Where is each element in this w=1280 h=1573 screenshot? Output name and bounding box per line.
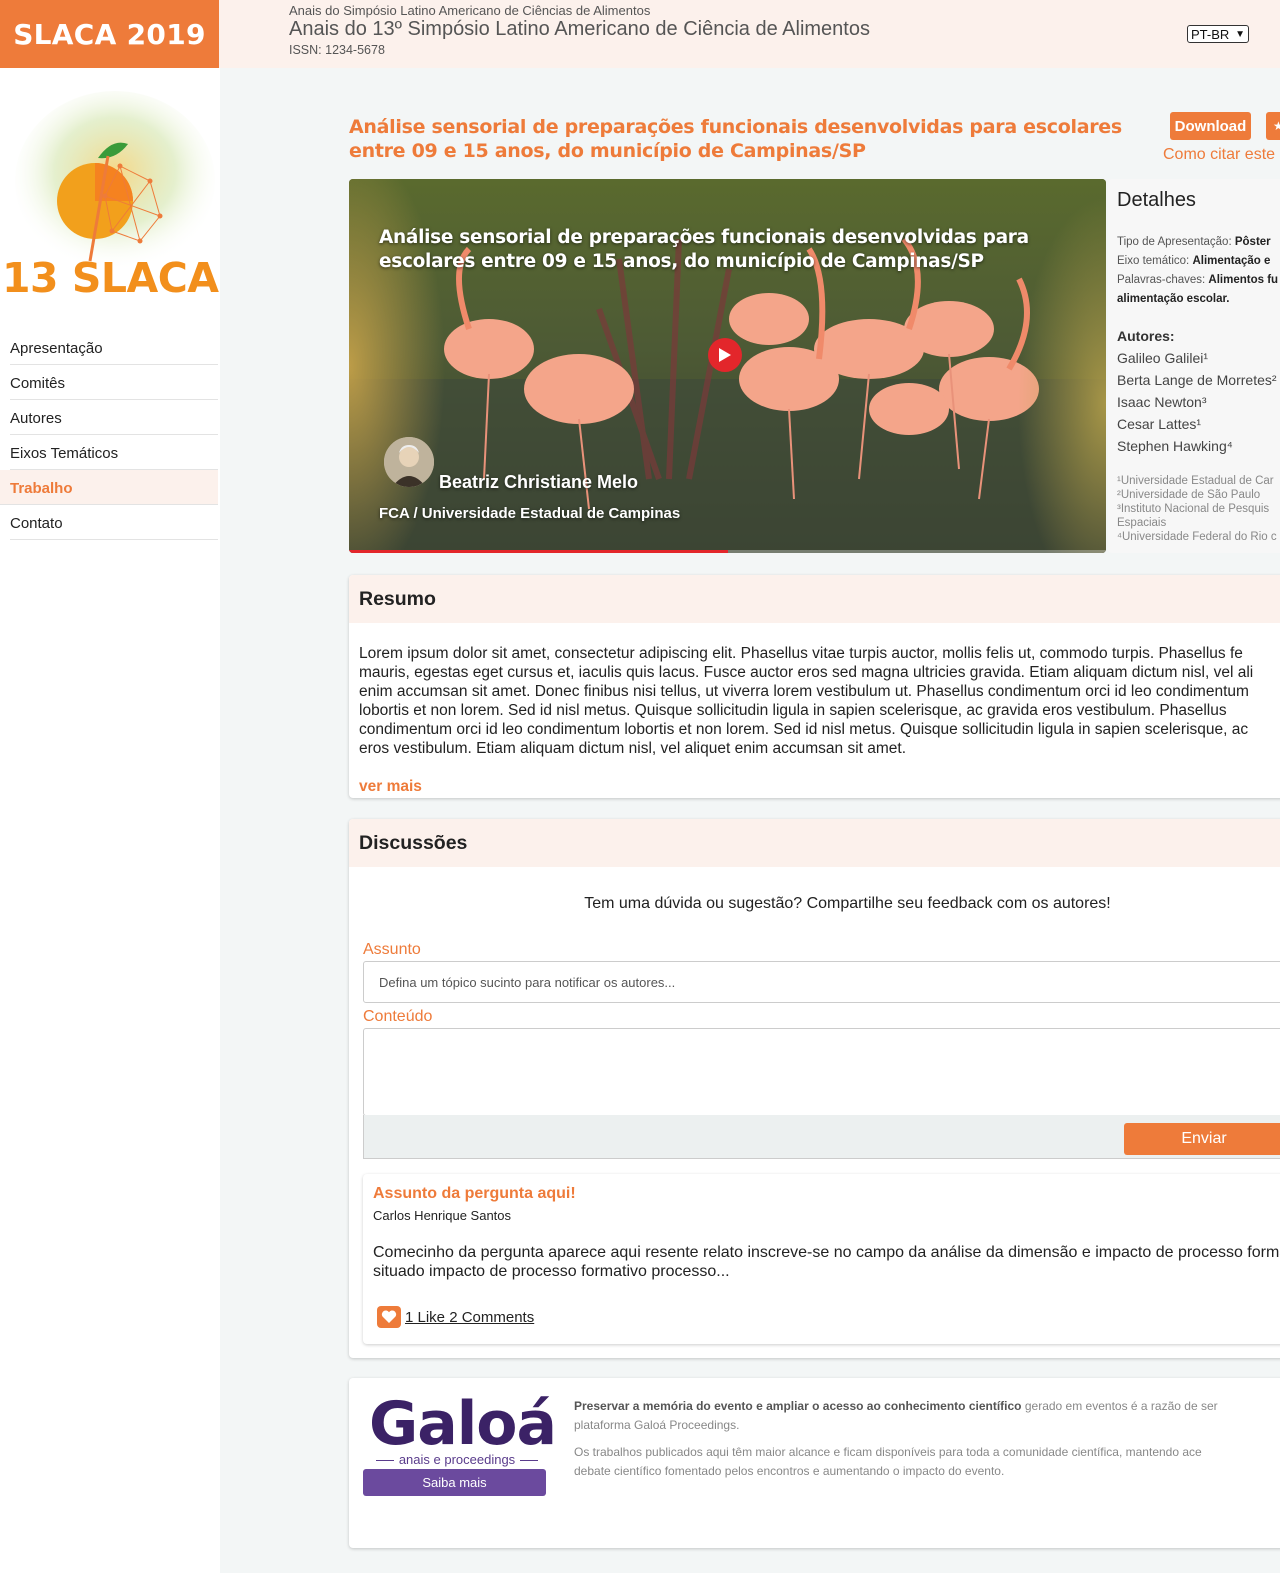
question-author: Carlos Henrique Santos (373, 1208, 512, 1223)
download-button[interactable]: Download (1170, 112, 1251, 140)
video-player[interactable]: Análise sensorial de preparações funcion… (349, 179, 1106, 553)
affiliation-item: ¹Universidade Estadual de Car (1117, 475, 1274, 487)
language-value: PT-BR (1191, 26, 1230, 42)
details-panel: Detalhes Tipo de Apresentação: Pôster Ei… (1108, 179, 1280, 553)
abstract-card: Resumo Lorem ipsum dolor sit amet, conse… (349, 575, 1280, 798)
abstract-text: Lorem ipsum dolor sit amet, consectetur … (359, 645, 1254, 757)
author-item[interactable]: Isaac Newton³ (1117, 394, 1206, 410)
discussion-card: Discussões Tem uma dúvida ou sugestão? C… (349, 819, 1280, 1358)
learn-more-button[interactable]: Saiba mais (363, 1469, 546, 1496)
sidebar-item-autores[interactable]: Autores (10, 400, 218, 435)
sidebar-item-contato[interactable]: Contato (10, 505, 218, 540)
send-button[interactable]: Enviar (1124, 1123, 1280, 1155)
header-title: Anais do 13º Simpósio Latino Americano d… (289, 18, 870, 40)
subject-input[interactable]: Defina um tópico sucinto para notificar … (363, 961, 1280, 1003)
author-item[interactable]: Cesar Lattes¹ (1117, 416, 1201, 432)
galoa-paragraph-2: Os trabalhos publicados aqui têm maior a… (574, 1445, 1202, 1478)
sidebar-item-eixos-tematicos[interactable]: Eixos Temáticos (10, 435, 218, 470)
detail-keywords: Palavras-chaves: Alimentos fu (1117, 274, 1279, 286)
brand-logo[interactable]: SLACA 2019 (0, 0, 219, 68)
galoa-card: Galoá anais e proceedings Saiba mais Pre… (349, 1378, 1280, 1548)
top-header: SLACA 2019 Anais do Simpósio Latino Amer… (0, 0, 1280, 68)
read-more-link[interactable]: ver mais (359, 778, 422, 796)
content-textarea[interactable] (363, 1028, 1280, 1116)
event-logo: 13 SLACA (0, 86, 220, 306)
galoa-tagline: anais e proceedings (369, 1452, 545, 1467)
sidebar-nav: Apresentação Comitês Autores Eixos Temát… (0, 330, 218, 540)
header-subtitle: Anais do Simpósio Latino Americano de Ci… (289, 3, 651, 18)
abstract-heading: Resumo (349, 575, 1280, 623)
author-item[interactable]: Berta Lange de Morretes² (1117, 372, 1277, 388)
likes-comments-link[interactable]: 1 Like 2 Comments (405, 1309, 534, 1326)
galoa-logo: Galoá (369, 1389, 557, 1459)
detail-keywords-cont: alimentação escolar. (1117, 293, 1230, 305)
presenter-name: Beatriz Christiane Melo (439, 472, 639, 492)
detail-type: Tipo de Apresentação: Pôster (1117, 236, 1271, 248)
language-select[interactable]: PT-BR ▼ (1187, 25, 1249, 43)
question-title[interactable]: Assunto da pergunta aqui! (373, 1185, 576, 1203)
video-title: Análise sensorial de preparações funcion… (379, 227, 1029, 272)
sidebar-item-apresentacao[interactable]: Apresentação (10, 330, 218, 365)
content-label: Conteúdo (363, 1008, 433, 1025)
work-title: Análise sensorial de preparações funcion… (349, 116, 1122, 162)
header-issn: ISSN: 1234-5678 (289, 43, 385, 57)
subject-label: Assunto (363, 941, 421, 958)
authors-heading: Autores: (1117, 328, 1175, 344)
affiliation-item: ³Instituto Nacional de Pesquis (1117, 503, 1270, 515)
sidebar-item-trabalho[interactable]: Trabalho (0, 470, 218, 505)
logo-text: 13 SLACA (2, 254, 219, 302)
affiliation-item: ⁴Universidade Federal do Rio c (1117, 531, 1277, 543)
video-progress[interactable] (349, 550, 1106, 553)
affiliation-item: Espaciais (1117, 517, 1167, 529)
discussion-prompt: Tem uma dúvida ou sugestão? Compartilhe … (584, 895, 1111, 912)
play-icon[interactable] (708, 338, 742, 372)
details-heading: Detalhes (1117, 189, 1196, 211)
sidebar-item-comites[interactable]: Comitês (10, 365, 218, 400)
star-icon[interactable]: ★ (1266, 112, 1280, 140)
heart-icon[interactable] (377, 1306, 401, 1328)
question-card[interactable]: Assunto da pergunta aqui! Carlos Henriqu… (363, 1174, 1280, 1344)
sidebar: 13 SLACA Apresentação Comitês Autores Ei… (0, 68, 220, 1573)
presenter-avatar (384, 437, 434, 487)
presenter-affiliation: FCA / Universidade Estadual de Campinas (379, 505, 681, 522)
video-progress-fill (349, 550, 728, 553)
galoa-paragraph-1: Preservar a memória do evento e ampliar … (574, 1399, 1218, 1432)
question-body: Comecinho da pergunta aparece aqui resen… (373, 1244, 1280, 1280)
affiliation-item: ²Universidade de São Paulo (1117, 489, 1261, 501)
discussion-heading: Discussões (349, 819, 1280, 867)
cite-link[interactable]: Como citar este (1163, 146, 1275, 164)
detail-axis: Eixo temático: Alimentação e (1117, 255, 1271, 267)
author-item[interactable]: Galileo Galilei¹ (1117, 350, 1208, 366)
author-item[interactable]: Stephen Hawking⁴ (1117, 438, 1233, 454)
chevron-down-icon: ▼ (1235, 29, 1245, 40)
